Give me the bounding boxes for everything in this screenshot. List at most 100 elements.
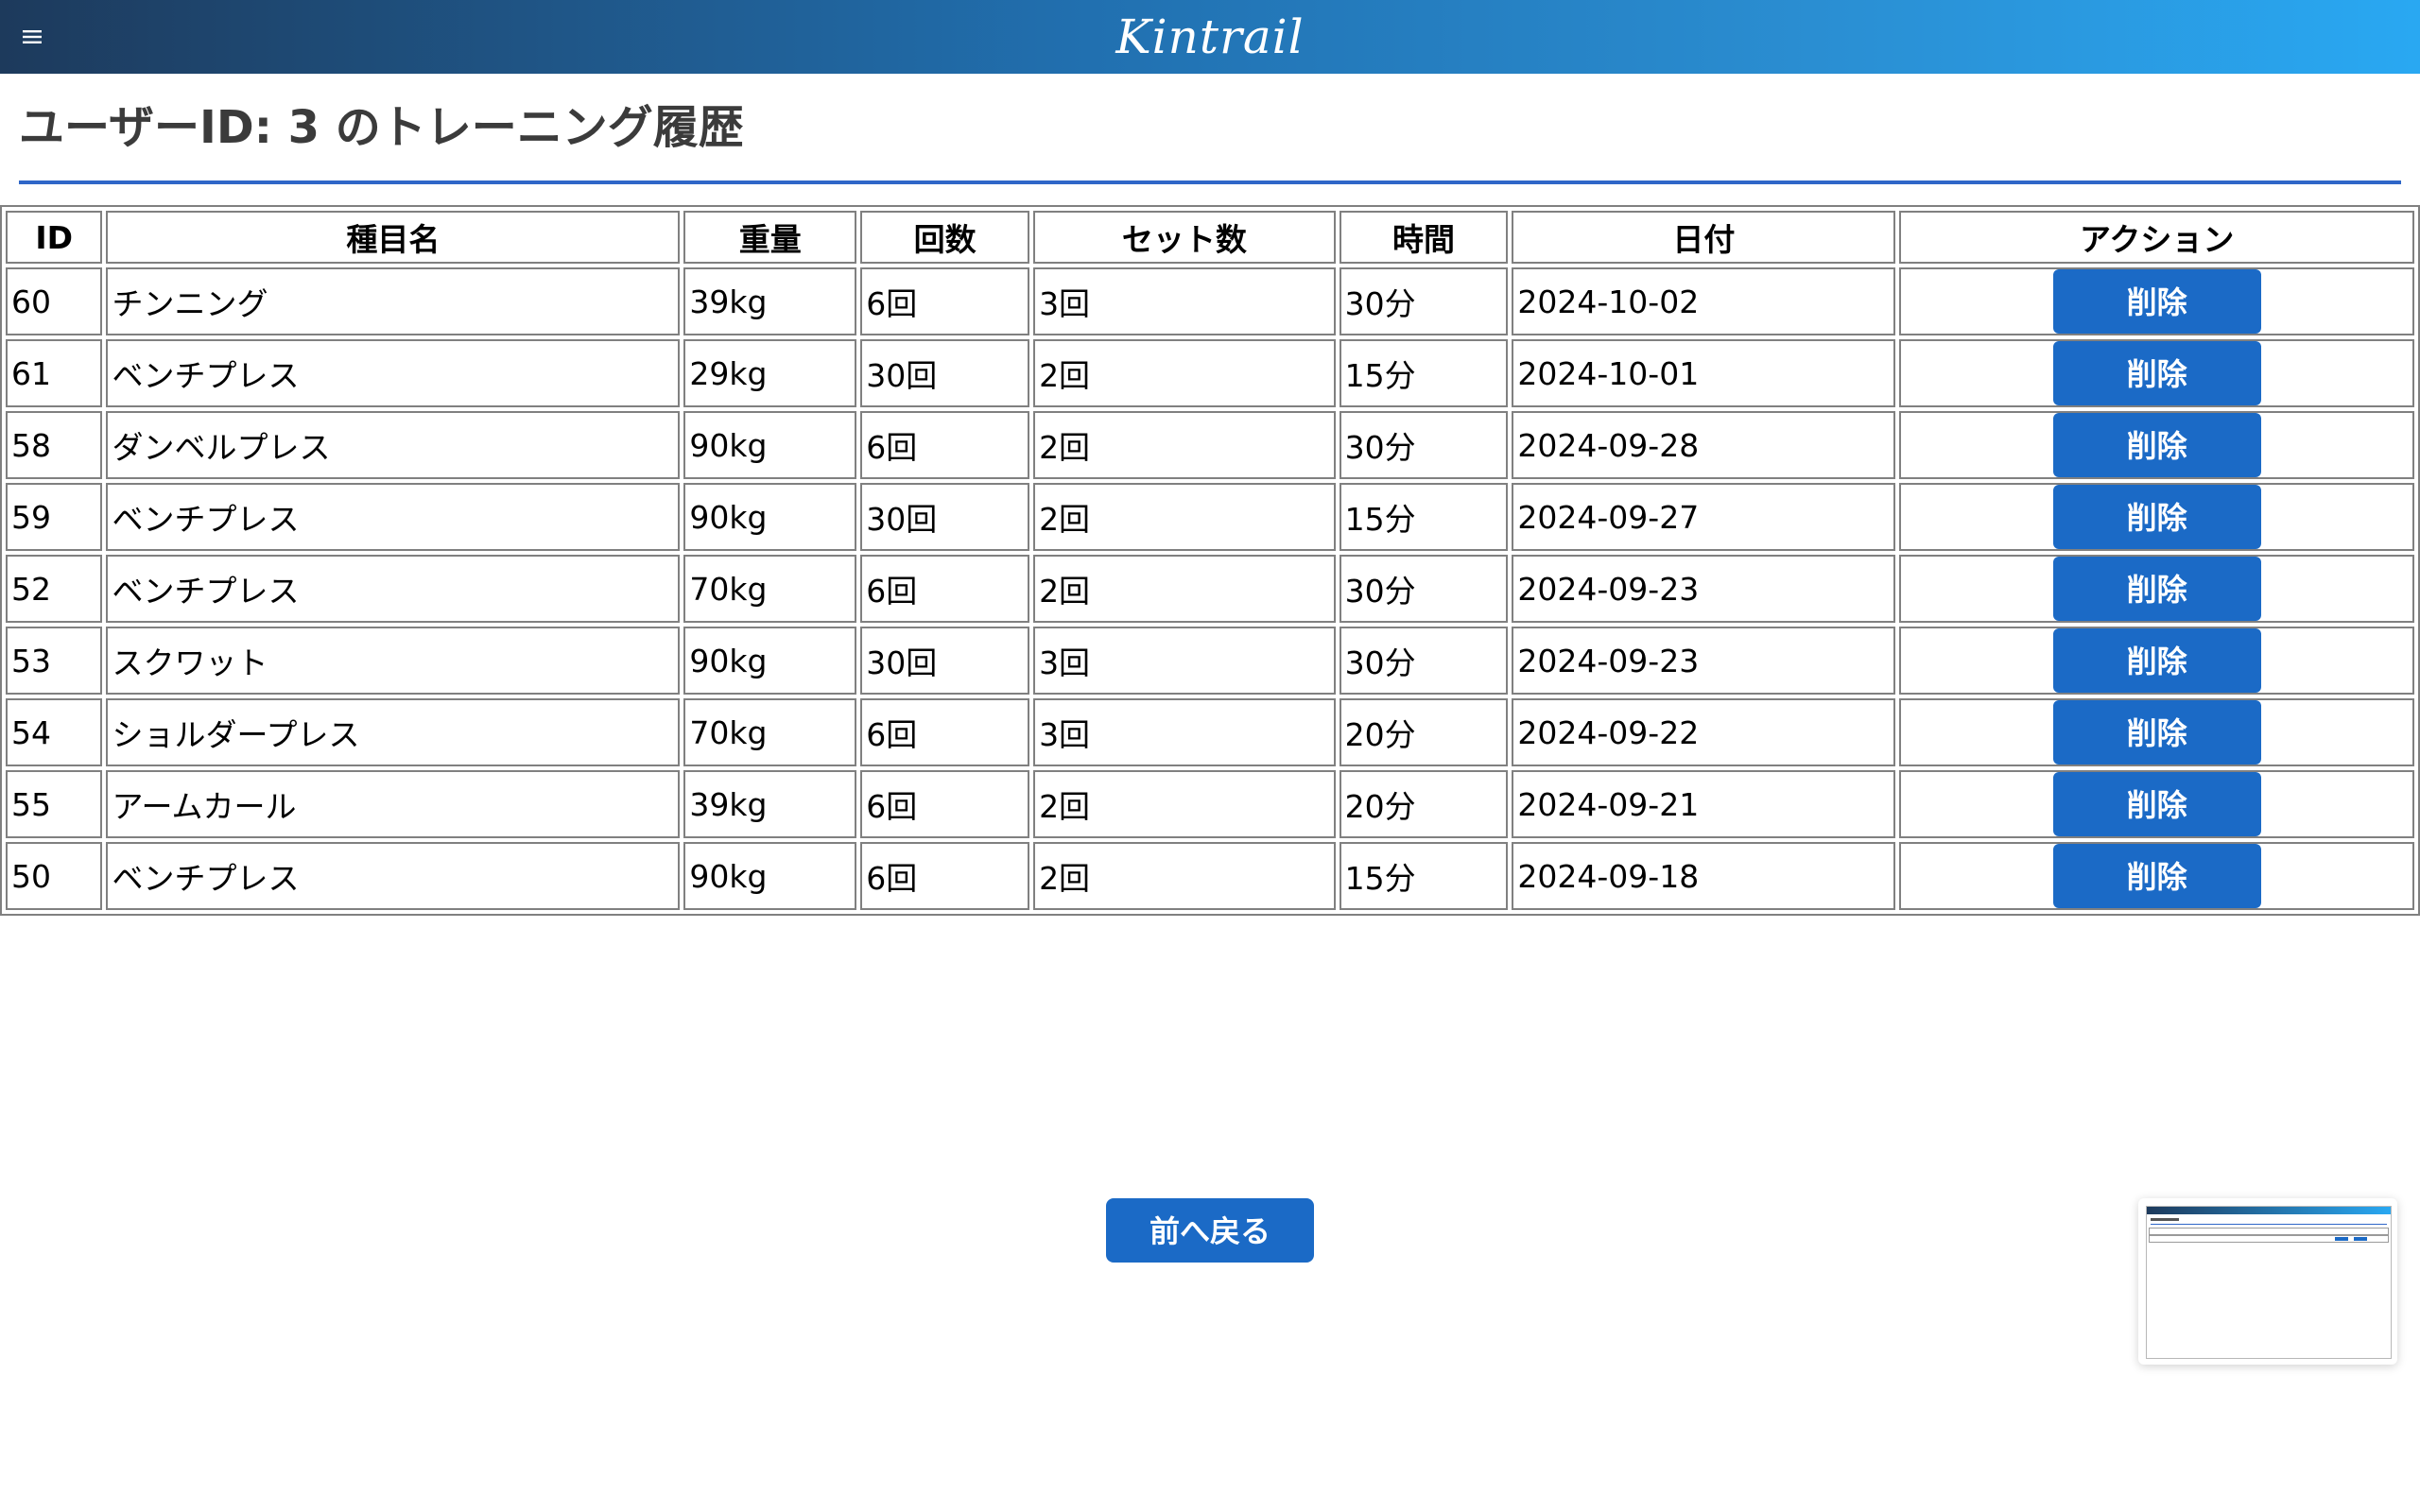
column-header-id: ID: [6, 211, 103, 264]
column-header-reps: 回数: [860, 211, 1030, 264]
column-header-date: 日付: [1512, 211, 1896, 264]
cell-sets: 2回: [1033, 411, 1336, 479]
cell-exercise: ベンチプレス: [106, 555, 681, 623]
cell-reps: 6回: [860, 411, 1030, 479]
cell-action: 削除: [1899, 555, 2414, 623]
cell-id: 53: [6, 627, 103, 695]
table-row: 55 アームカール 39kg 6回 2回 20分 2024-09-21 削除: [6, 770, 2414, 838]
delete-button[interactable]: 削除: [2052, 628, 2261, 693]
cell-time: 15分: [1339, 339, 1509, 407]
page-title: ユーザーID: 3 のトレーニング履歴: [19, 101, 744, 154]
cell-exercise: ベンチプレス: [106, 339, 681, 407]
cell-date: 2024-09-28: [1512, 411, 1896, 479]
cell-time: 20分: [1339, 698, 1509, 766]
cell-time: 30分: [1339, 555, 1509, 623]
column-header-exercise: 種目名: [106, 211, 681, 264]
delete-button[interactable]: 削除: [2052, 341, 2261, 405]
cell-id: 54: [6, 698, 103, 766]
cell-weight: 39kg: [683, 770, 857, 838]
cell-sets: 2回: [1033, 339, 1336, 407]
thumbnail-divider: [2151, 1224, 2387, 1225]
cell-reps: 6回: [860, 770, 1030, 838]
table-header-row: ID 種目名 重量 回数 セット数 時間 日付 アクション: [6, 211, 2414, 264]
delete-button[interactable]: 削除: [2052, 557, 2261, 621]
delete-button[interactable]: 削除: [2052, 485, 2261, 549]
cell-id: 55: [6, 770, 103, 838]
cell-id: 59: [6, 483, 103, 551]
cell-date: 2024-09-23: [1512, 627, 1896, 695]
thumbnail-table-row: [2149, 1235, 2389, 1243]
cell-time: 15分: [1339, 842, 1509, 910]
table-row: 59 ベンチプレス 90kg 30回 2回 15分 2024-09-27 削除: [6, 483, 2414, 551]
cell-sets: 2回: [1033, 842, 1336, 910]
cell-reps: 6回: [860, 842, 1030, 910]
cell-weight: 70kg: [683, 555, 857, 623]
table-row: 53 スクワット 90kg 30回 3回 30分 2024-09-23 削除: [6, 627, 2414, 695]
table-row: 50 ベンチプレス 90kg 6回 2回 15分 2024-09-18 削除: [6, 842, 2414, 910]
cell-weight: 90kg: [683, 627, 857, 695]
cell-sets: 2回: [1033, 483, 1336, 551]
cell-action: 削除: [1899, 411, 2414, 479]
table-row: 61 ベンチプレス 29kg 30回 2回 15分 2024-10-01 削除: [6, 339, 2414, 407]
cell-id: 52: [6, 555, 103, 623]
cell-reps: 30回: [860, 483, 1030, 551]
thumbnail-table-row: [2149, 1228, 2389, 1235]
cell-exercise: ベンチプレス: [106, 483, 681, 551]
cell-time: 20分: [1339, 770, 1509, 838]
training-history-table: ID 種目名 重量 回数 セット数 時間 日付 アクション 60 チンニング 3…: [0, 205, 2420, 916]
cell-date: 2024-09-21: [1512, 770, 1896, 838]
cell-time: 30分: [1339, 267, 1509, 335]
cell-date: 2024-10-01: [1512, 339, 1896, 407]
cell-id: 58: [6, 411, 103, 479]
delete-button[interactable]: 削除: [2052, 772, 2261, 836]
cell-action: 削除: [1899, 339, 2414, 407]
cell-sets: 3回: [1033, 627, 1336, 695]
cell-exercise: ショルダープレス: [106, 698, 681, 766]
cell-action: 削除: [1899, 483, 2414, 551]
column-header-weight: 重量: [683, 211, 857, 264]
cell-sets: 2回: [1033, 555, 1336, 623]
cell-exercise: ダンベルプレス: [106, 411, 681, 479]
cell-reps: 6回: [860, 698, 1030, 766]
delete-button[interactable]: 削除: [2052, 844, 2261, 908]
back-button[interactable]: 前へ戻る: [1106, 1198, 1314, 1263]
thumbnail-header-bar: [2147, 1207, 2391, 1214]
cell-sets: 3回: [1033, 698, 1336, 766]
cell-time: 15分: [1339, 483, 1509, 551]
column-header-sets: セット数: [1033, 211, 1336, 264]
cell-action: 削除: [1899, 698, 2414, 766]
delete-button[interactable]: 削除: [2052, 269, 2261, 334]
delete-button[interactable]: 削除: [2052, 700, 2261, 765]
thumbnail-title-line: [2151, 1218, 2179, 1221]
delete-button[interactable]: 削除: [2052, 413, 2261, 477]
thumbnail-button: [2335, 1237, 2348, 1241]
cell-action: 削除: [1899, 842, 2414, 910]
cell-exercise: ベンチプレス: [106, 842, 681, 910]
cell-weight: 39kg: [683, 267, 857, 335]
cell-reps: 30回: [860, 627, 1030, 695]
column-header-time: 時間: [1339, 211, 1509, 264]
brand-logo[interactable]: Kintrail: [0, 6, 2420, 68]
cell-action: 削除: [1899, 770, 2414, 838]
cell-action: 削除: [1899, 267, 2414, 335]
cell-id: 50: [6, 842, 103, 910]
cell-reps: 6回: [860, 267, 1030, 335]
column-header-action: アクション: [1899, 211, 2414, 264]
cell-time: 30分: [1339, 411, 1509, 479]
cell-date: 2024-10-02: [1512, 267, 1896, 335]
preview-thumbnail-image: [2146, 1206, 2392, 1359]
table-row: 58 ダンベルプレス 90kg 6回 2回 30分 2024-09-28 削除: [6, 411, 2414, 479]
title-divider: [19, 180, 2401, 184]
cell-date: 2024-09-23: [1512, 555, 1896, 623]
cell-weight: 29kg: [683, 339, 857, 407]
cell-id: 60: [6, 267, 103, 335]
table-row: 60 チンニング 39kg 6回 3回 30分 2024-10-02 削除: [6, 267, 2414, 335]
screenshot-preview-thumbnail[interactable]: [2138, 1198, 2397, 1365]
cell-sets: 3回: [1033, 267, 1336, 335]
thumbnail-button: [2354, 1237, 2367, 1241]
cell-time: 30分: [1339, 627, 1509, 695]
cell-reps: 6回: [860, 555, 1030, 623]
cell-weight: 90kg: [683, 842, 857, 910]
cell-exercise: チンニング: [106, 267, 681, 335]
cell-date: 2024-09-27: [1512, 483, 1896, 551]
